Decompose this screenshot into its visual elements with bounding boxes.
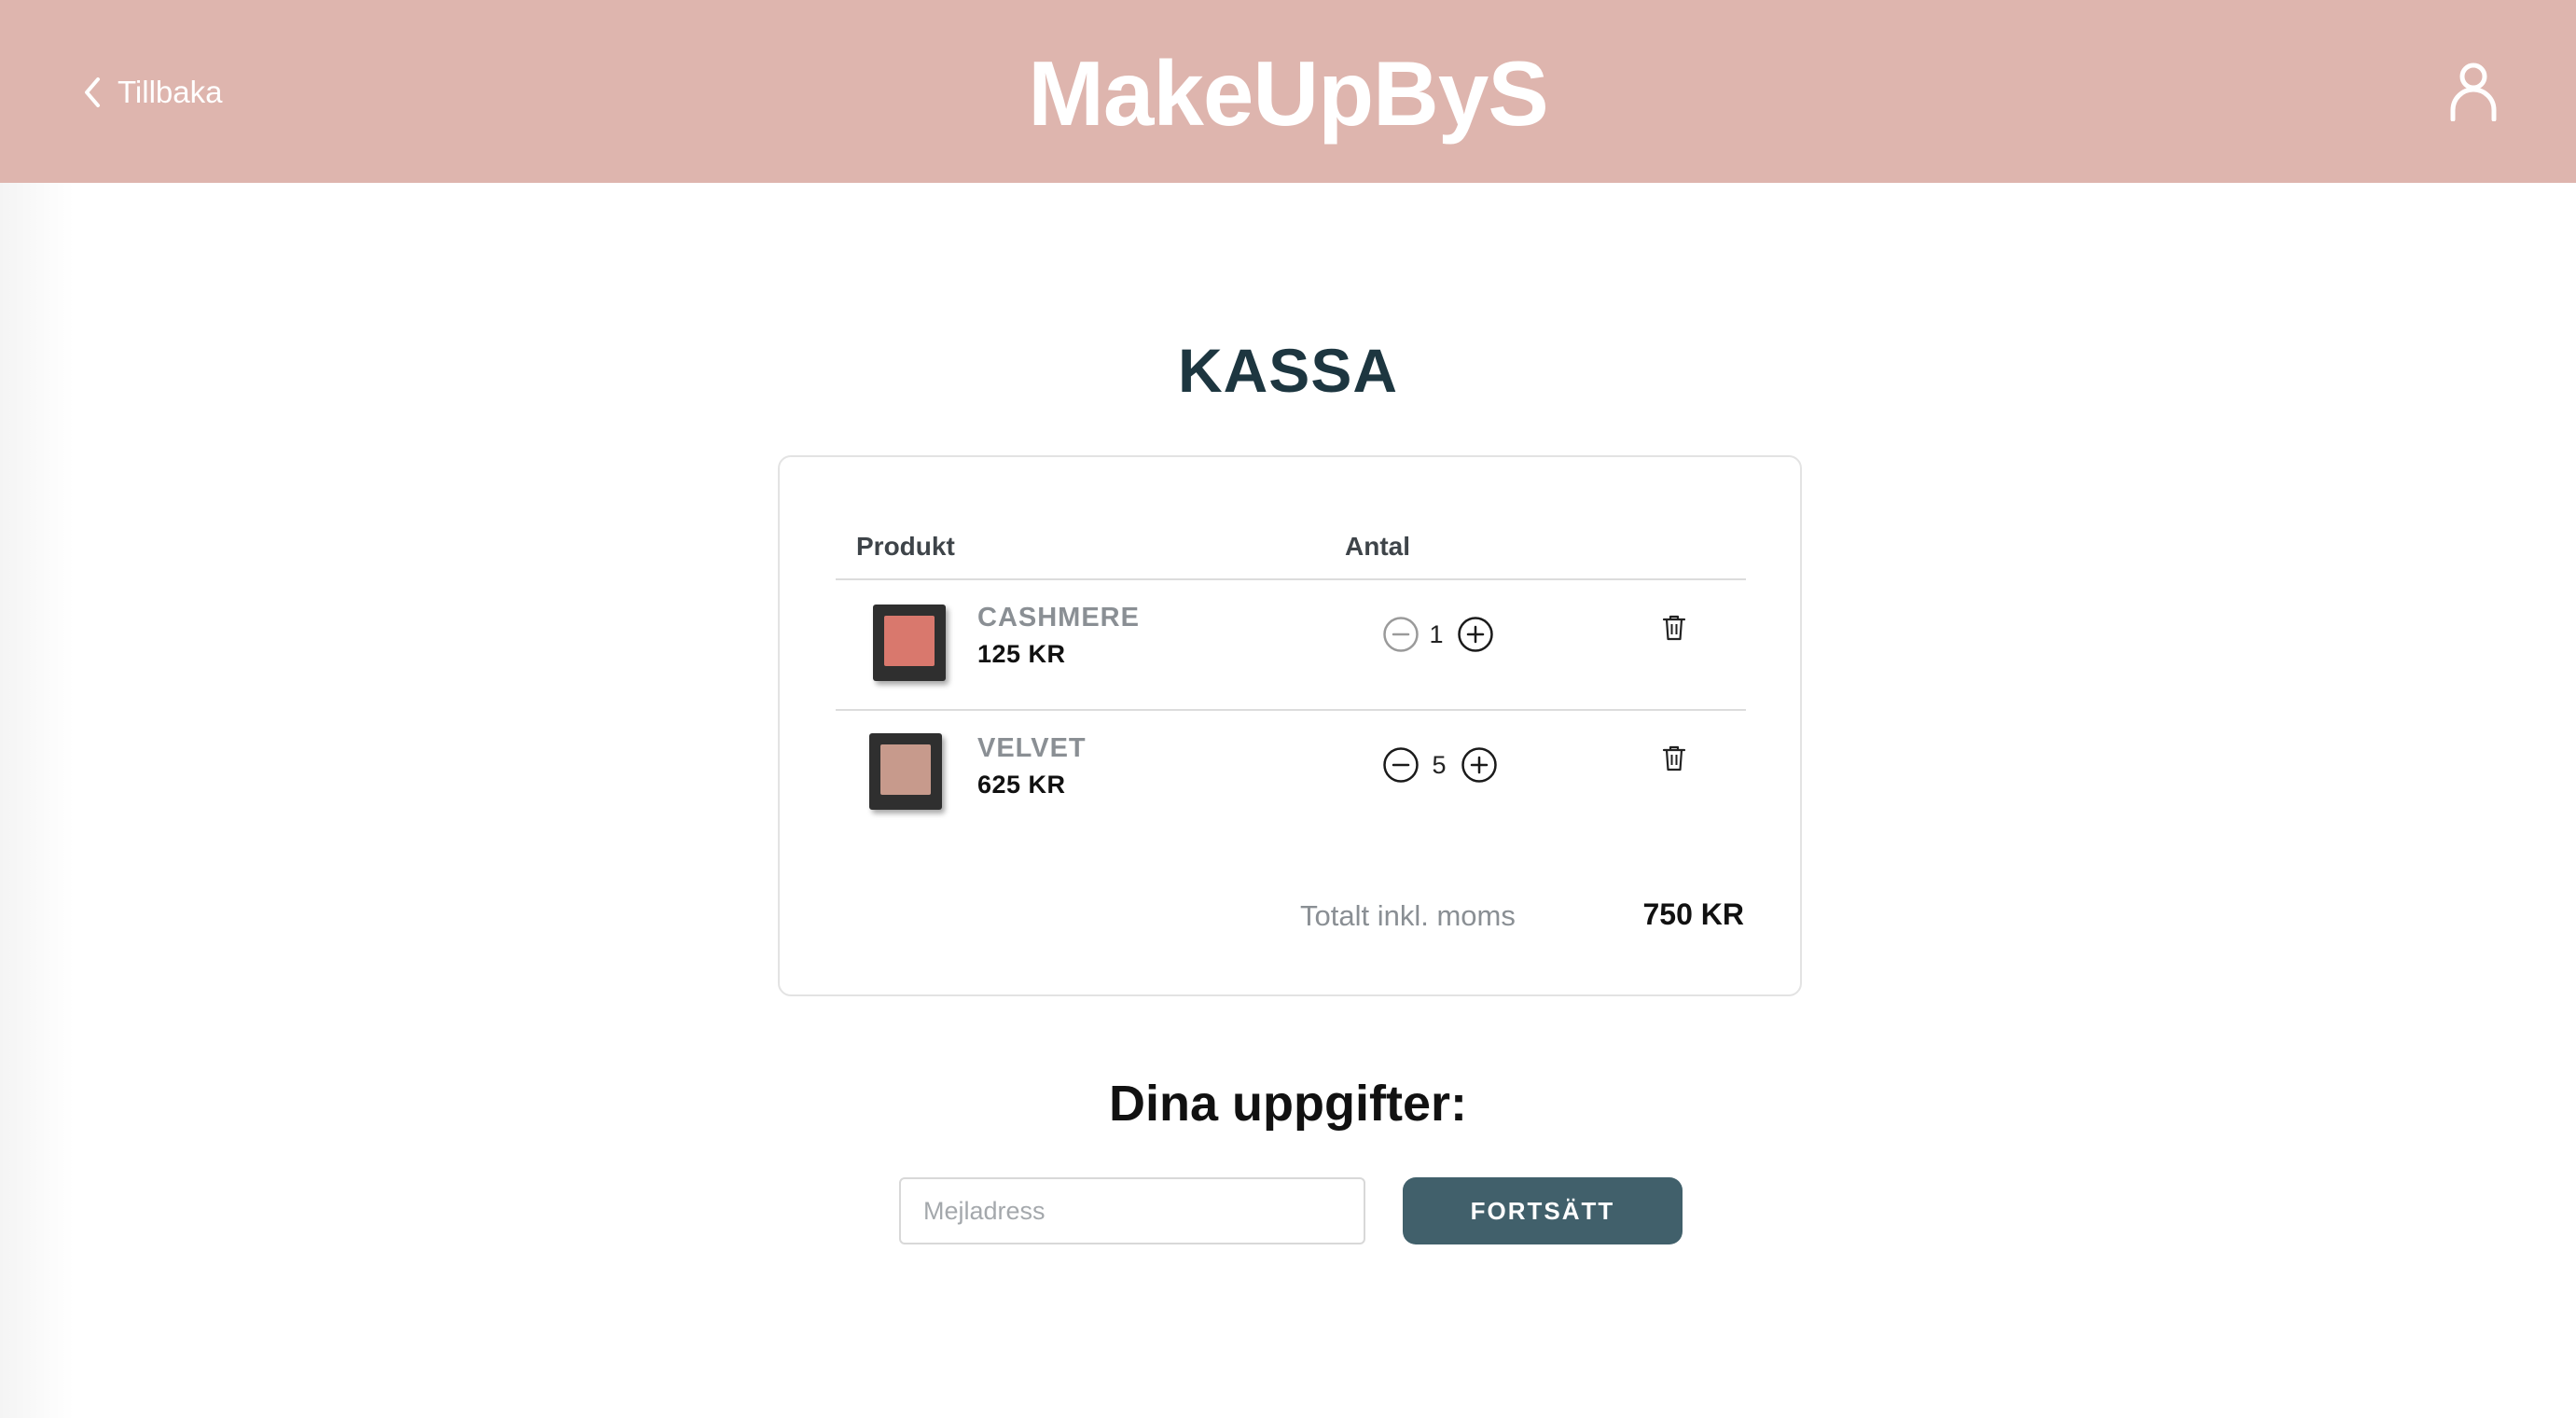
remove-item-button[interactable] — [1662, 614, 1686, 642]
continue-button[interactable]: FORTSÄTT — [1403, 1177, 1683, 1244]
brand-logo[interactable]: MakeUpByS — [0, 37, 2576, 149]
product-thumbnail — [873, 605, 946, 681]
quantity-value: 1 — [1429, 620, 1444, 648]
total-label: Totalt inkl. moms — [1300, 899, 1516, 932]
column-header-product: Produkt — [856, 532, 955, 561]
product-swatch — [884, 616, 935, 666]
plus-circle-icon — [1461, 747, 1497, 783]
plus-circle-icon — [1458, 617, 1493, 652]
details-title: Dina uppgifter: — [1109, 1076, 1467, 1132]
column-header-quantity: Antal — [1345, 532, 1410, 561]
quantity-value: 5 — [1432, 751, 1447, 779]
site-header: Tillbaka MakeUpByS — [0, 0, 2576, 183]
trash-icon — [1662, 615, 1686, 641]
product-name[interactable]: VELVET — [977, 733, 1087, 764]
trash-icon — [1662, 745, 1686, 772]
cart-item-row: VELVET 625 KR 5 — [836, 711, 1746, 840]
product-swatch — [880, 744, 931, 795]
product-name[interactable]: CASHMERE — [977, 603, 1140, 633]
page-title: KASSA — [1177, 336, 1399, 405]
increase-quantity-button[interactable] — [1461, 746, 1498, 784]
product-thumbnail — [869, 733, 942, 810]
product-price: 625 KR — [977, 771, 1066, 799]
increase-quantity-button[interactable] — [1457, 616, 1494, 653]
decrease-quantity-button[interactable] — [1382, 746, 1420, 784]
minus-circle-icon — [1383, 617, 1419, 652]
cart-summary: Produkt Antal CASHMERE 125 KR 1 VELVET 6… — [778, 455, 1802, 996]
remove-item-button[interactable] — [1662, 744, 1686, 772]
product-price: 125 KR — [977, 640, 1066, 668]
decrease-quantity-button[interactable] — [1382, 616, 1420, 653]
account-button[interactable] — [2449, 62, 2498, 122]
email-field[interactable] — [899, 1177, 1365, 1244]
cart-item-row: CASHMERE 125 KR 1 — [836, 580, 1746, 709]
total-value: 750 KR — [1642, 897, 1745, 931]
user-icon — [2450, 63, 2497, 122]
minus-circle-icon — [1383, 747, 1419, 783]
